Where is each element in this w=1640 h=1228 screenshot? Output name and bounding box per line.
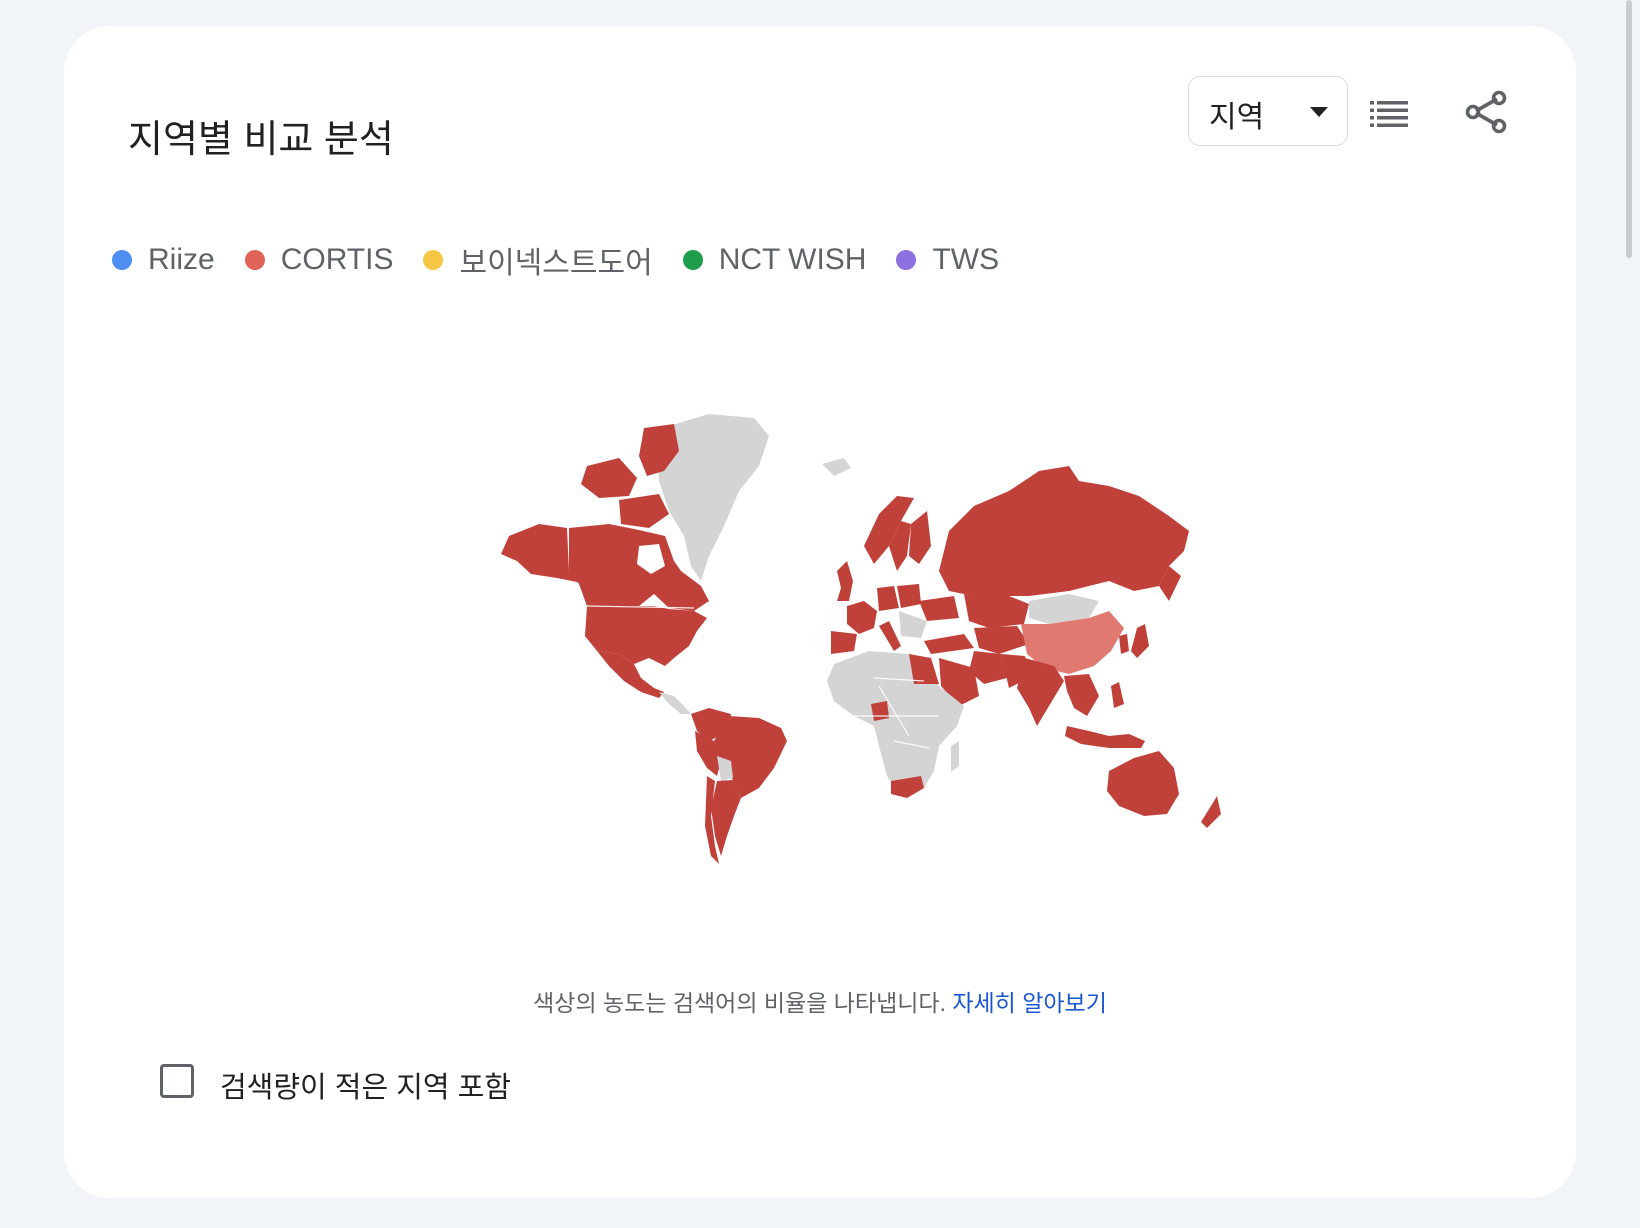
region-japan[interactable] xyxy=(1131,624,1149,658)
card-title: 지역별 비교 분석 xyxy=(128,119,394,161)
list-view-icon[interactable] xyxy=(1370,99,1408,129)
region-egypt[interactable] xyxy=(909,654,939,684)
region-germany[interactable] xyxy=(877,586,899,611)
region-select-dropdown[interactable]: 지역 xyxy=(1188,76,1348,146)
region-central-america[interactable] xyxy=(659,692,691,714)
legend-item-tws[interactable]: TWS xyxy=(896,243,999,277)
low-volume-label: 검색량이 적은 지역 포함 xyxy=(220,1072,511,1104)
region-iceland[interactable] xyxy=(822,458,851,476)
region-kazakhstan[interactable] xyxy=(964,594,1029,628)
footnote-text: 색상의 농도는 검색어의 비율을 나타냅니다. xyxy=(533,990,946,1016)
legend-label: Riize xyxy=(148,243,215,276)
region-ukraine[interactable] xyxy=(919,596,959,621)
region-new-zealand[interactable] xyxy=(1201,796,1221,828)
region-philippines[interactable] xyxy=(1111,682,1124,708)
legend-dot xyxy=(112,250,132,270)
region-balkans[interactable] xyxy=(899,611,927,638)
region-canada-arctic-3[interactable] xyxy=(619,494,669,528)
region-australia[interactable] xyxy=(1107,751,1179,816)
region-poland[interactable] xyxy=(897,584,921,608)
legend-item-boynextdoor[interactable]: 보이넥스트도어 xyxy=(423,238,653,282)
legend-label: TWS xyxy=(932,243,1000,276)
region-italy[interactable] xyxy=(879,621,901,651)
legend-item-cortis[interactable]: CORTIS xyxy=(244,243,394,277)
share-icon[interactable] xyxy=(1464,89,1508,135)
region-canada-arctic-2[interactable] xyxy=(581,458,637,498)
region-nigeria[interactable] xyxy=(871,701,889,721)
region-central-asia[interactable] xyxy=(974,626,1029,654)
legend-dot xyxy=(896,250,917,270)
region-select-value: 지역 xyxy=(1209,101,1265,134)
color-intensity-note: 색상의 농도는 검색어의 비율을 나타냅니다. 자세히 알아보기 xyxy=(64,984,1576,1018)
legend-dot xyxy=(423,250,444,270)
legend-label: 보이넥스트도어 xyxy=(459,247,653,280)
legend-dot xyxy=(682,250,703,270)
legend-dot xyxy=(244,250,265,270)
world-choropleth-map[interactable] xyxy=(469,396,1229,876)
legend-label: CORTIS xyxy=(280,243,394,276)
region-madagascar[interactable] xyxy=(951,741,959,772)
region-finland[interactable] xyxy=(909,511,931,564)
series-legend: Riize CORTIS 보이넥스트도어 NCT WISH TWS xyxy=(112,240,1029,280)
legend-item-riize[interactable]: Riize xyxy=(112,243,215,277)
legend-item-nct-wish[interactable]: NCT WISH xyxy=(682,243,867,277)
region-indonesia[interactable] xyxy=(1065,726,1145,748)
region-southeast-asia[interactable] xyxy=(1064,674,1099,716)
low-volume-checkbox[interactable] xyxy=(160,1064,194,1098)
region-argentina[interactable] xyxy=(711,780,741,856)
region-spain[interactable] xyxy=(831,631,857,654)
region-turkey[interactable] xyxy=(924,634,974,654)
region-united-kingdom[interactable] xyxy=(837,561,853,601)
region-comparison-card: 지역별 비교 분석 지역 Riize CORTIS 보이넥스트도어 NCT WI… xyxy=(64,26,1576,1198)
caret-down-icon xyxy=(1310,107,1328,117)
region-korea[interactable] xyxy=(1119,634,1129,654)
region-france[interactable] xyxy=(847,601,877,634)
region-russia[interactable] xyxy=(939,466,1189,596)
legend-label: NCT WISH xyxy=(718,243,867,276)
scrollbar[interactable] xyxy=(1626,0,1632,258)
learn-more-link[interactable]: 자세히 알아보기 xyxy=(952,990,1107,1016)
